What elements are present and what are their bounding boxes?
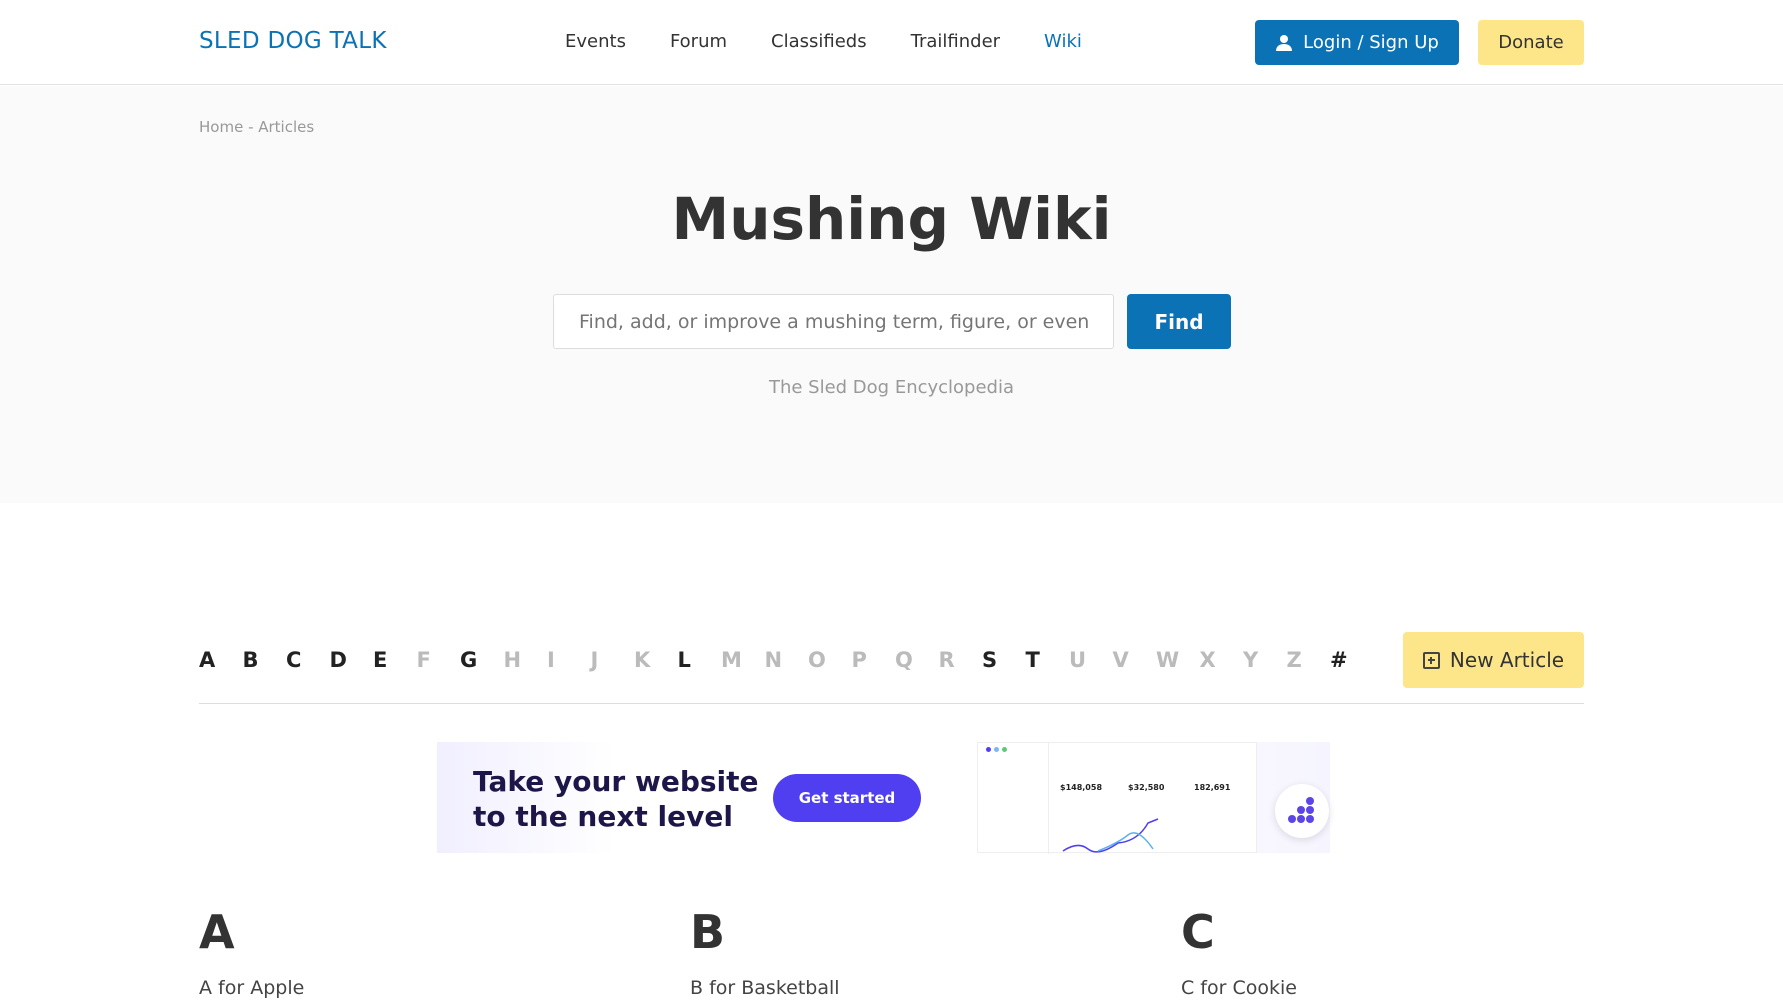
letter-filter-z[interactable]: Z [1287, 648, 1331, 672]
ad-headline-line2: to the next level [473, 800, 733, 833]
letter-filter-p[interactable]: P [852, 648, 896, 672]
nav-classifieds[interactable]: Classifieds [771, 31, 867, 52]
letter-filter-hash[interactable]: # [1330, 648, 1374, 672]
letter-filter-o[interactable]: O [808, 648, 852, 672]
new-article-label: New Article [1449, 648, 1565, 672]
ad-banner[interactable]: Take your website to the next level Get … [437, 742, 1330, 854]
ad-headline: Take your website to the next level [473, 764, 759, 834]
letter-filter-j[interactable]: J [591, 648, 635, 672]
ad-dashboard-image: $148,058 $32,580 182,691 [977, 742, 1257, 854]
letter-filter-e[interactable]: E [373, 648, 417, 672]
user-icon [1276, 34, 1293, 51]
letter-filter-u[interactable]: U [1069, 648, 1113, 672]
article-link[interactable]: C for Cookie [1181, 977, 1297, 999]
ad-headline-line1: Take your website [473, 765, 759, 798]
login-signup-button[interactable]: Login / Sign Up [1255, 20, 1459, 65]
nav-events[interactable]: Events [565, 31, 626, 52]
ad-get-started-button[interactable]: Get started [773, 774, 921, 822]
find-button[interactable]: Find [1127, 294, 1231, 349]
letter-filter-i[interactable]: I [547, 648, 591, 672]
login-label: Login / Sign Up [1303, 32, 1439, 53]
breadcrumb[interactable]: Home - Articles [199, 118, 314, 136]
section-b: B B for Basketball [690, 905, 840, 999]
site-header: SLED DOG TALK Events Forum Classifieds T… [0, 0, 1783, 85]
letter-filter-n[interactable]: N [765, 648, 809, 672]
letter-filter-f[interactable]: F [417, 648, 461, 672]
letter-filter-y[interactable]: Y [1243, 648, 1287, 672]
letter-filter-h[interactable]: H [504, 648, 548, 672]
letter-filter-w[interactable]: W [1156, 648, 1200, 672]
donate-button[interactable]: Donate [1478, 20, 1584, 65]
letter-filter-t[interactable]: T [1026, 648, 1070, 672]
letter-filter-s[interactable]: S [982, 648, 1026, 672]
divider [199, 703, 1584, 704]
alphabet-filter: A B C D E F G H I J K L M N O P Q R S T U V W X Y Z # [199, 648, 1374, 672]
letter-filter-k[interactable]: K [634, 648, 678, 672]
letter-filter-l[interactable]: L [678, 648, 722, 672]
letter-filter-v[interactable]: V [1113, 648, 1157, 672]
letter-filter-r[interactable]: R [939, 648, 983, 672]
section-heading: A [199, 905, 235, 959]
nav-trailfinder[interactable]: Trailfinder [911, 31, 1000, 52]
nav-forum[interactable]: Forum [670, 31, 727, 52]
letter-filter-c[interactable]: C [286, 648, 330, 672]
letter-filter-g[interactable]: G [460, 648, 504, 672]
letter-filter-d[interactable]: D [330, 648, 374, 672]
letter-filter-q[interactable]: Q [895, 648, 939, 672]
article-link[interactable]: B for Basketball [690, 977, 840, 999]
site-logo[interactable]: SLED DOG TALK [199, 28, 387, 54]
ad-stat: $148,058 [1060, 783, 1103, 792]
section-a: A A for Apple [199, 905, 304, 999]
section-heading: B [690, 905, 726, 959]
brix-logo-icon [1275, 784, 1329, 838]
section-c: C C for Cookie [1181, 905, 1297, 999]
article-link[interactable]: A for Apple [199, 977, 304, 999]
section-heading: C [1181, 905, 1215, 959]
ad-stat: $32,580 [1128, 783, 1165, 792]
letter-filter-a[interactable]: A [199, 648, 243, 672]
page-title: Mushing Wiki [671, 185, 1112, 253]
letter-filter-x[interactable]: X [1200, 648, 1244, 672]
ad-stat: 182,691 [1194, 783, 1231, 792]
search-input[interactable] [553, 294, 1114, 349]
hero-subtitle: The Sled Dog Encyclopedia [768, 377, 1015, 398]
nav-wiki[interactable]: Wiki [1044, 31, 1082, 52]
ad-chart-graphic [1062, 818, 1159, 853]
main-nav: Events Forum Classifieds Trailfinder Wik… [565, 31, 1082, 52]
new-article-button[interactable]: New Article [1403, 632, 1584, 688]
plus-square-icon [1422, 651, 1440, 669]
letter-filter-m[interactable]: M [721, 648, 765, 672]
letter-filter-b[interactable]: B [243, 648, 287, 672]
